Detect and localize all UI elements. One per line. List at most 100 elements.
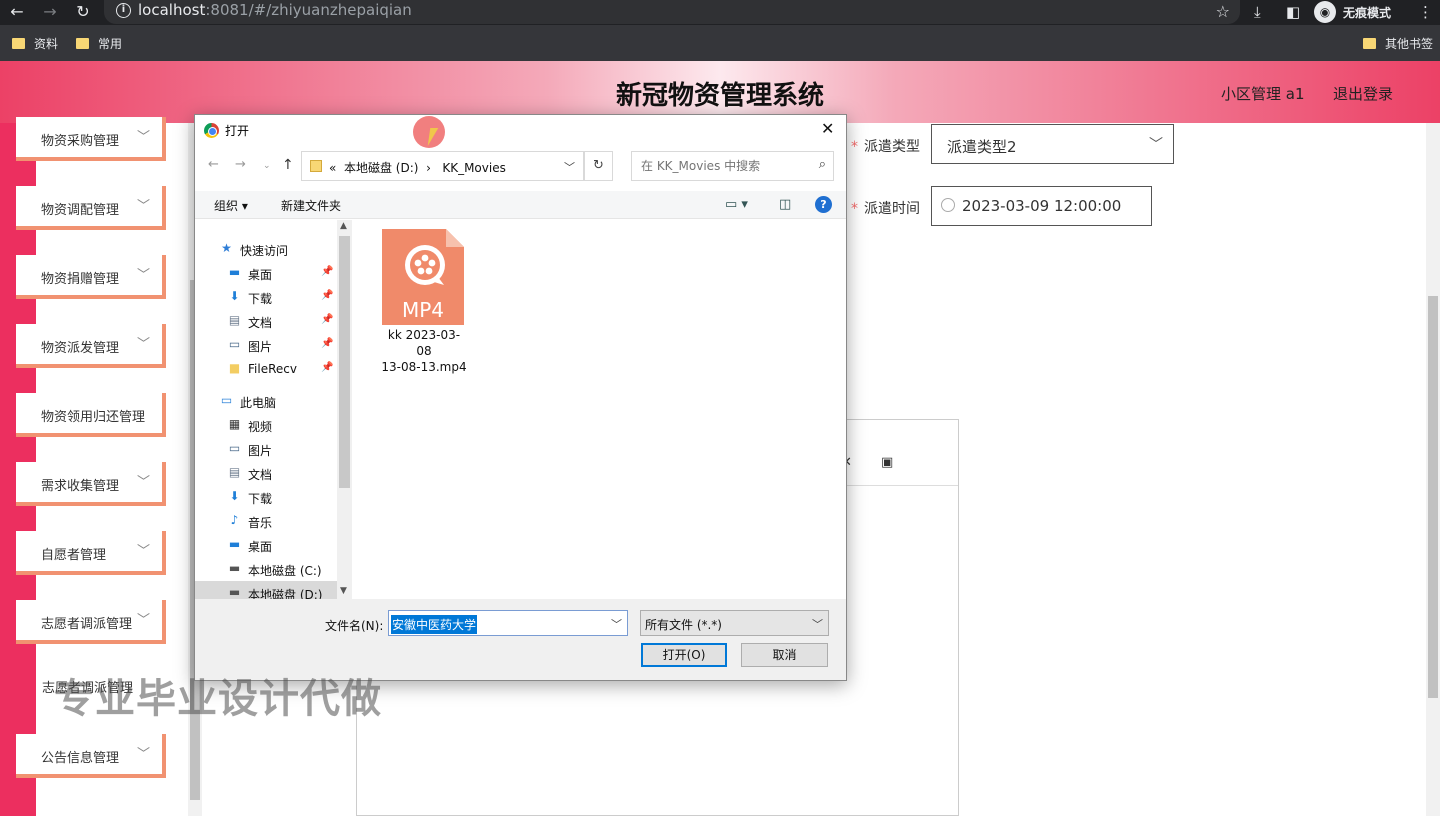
new-folder-button[interactable]: 新建文件夹 (281, 197, 341, 214)
chrome-logo-icon (204, 123, 219, 138)
nav-item[interactable]: ▬ 桌面 (195, 533, 337, 557)
breadcrumb-folder[interactable]: KK_Movies (442, 161, 506, 175)
sidebar-item[interactable]: 公告信息管理 ﹀ (16, 734, 166, 778)
file-item[interactable]: MP4 kk 2023-03-08 13-08-13.mp4 (381, 229, 467, 374)
navigation-pane: ★ 快速访问 ▬ 桌面 📌 ⬇ 下载 📌 ▤ 文档 📌 ▭ 图片 📌 ■ FileRecv 📌 ▭ 此电脑 ▦ 视频 ▭ 图… (195, 220, 352, 605)
sidebar-item[interactable]: 物资派发管理 ﹀ (16, 324, 166, 368)
chevron-down-icon: ﹀ (136, 268, 150, 283)
open-button[interactable]: 打开(O) (641, 643, 727, 667)
pin-icon: 📌 (321, 266, 334, 277)
help-icon[interactable]: ? (815, 196, 832, 213)
forward-arrow-icon[interactable]: → (38, 0, 62, 25)
bookmark-other[interactable]: 其他书签 (1363, 35, 1433, 52)
nav-item[interactable]: ▭ 图片 (195, 437, 337, 461)
pin-icon: 📌 (321, 314, 334, 325)
dispatch-time-input[interactable]: 2023-03-09 12:00:00 (931, 186, 1152, 226)
sidebar-item[interactable]: 需求收集管理 ﹀ (16, 462, 166, 506)
nav-item[interactable]: ♪ 音乐 (195, 509, 337, 533)
file-open-dialog: 打开 ✕ ← → ⌄ ↑ « 本地磁盘 (D:) › KK_Movies ﹀ ↻… (194, 114, 847, 681)
folder-icon (12, 38, 25, 49)
nav-item[interactable]: ■ FileRecv 📌 (195, 357, 337, 381)
sidebar-item[interactable]: 物资调配管理 ﹀ (16, 186, 166, 230)
watermark: 专业毕业设计代做 (54, 676, 382, 722)
menu-dots-icon[interactable]: ⋮ (1418, 0, 1433, 24)
nav-item[interactable]: ▭ 此电脑 (195, 389, 337, 413)
pin-icon: 📌 (321, 338, 334, 349)
filename-input[interactable]: 安徽中医药大学 ﹀ (388, 610, 628, 636)
bookmark-folder[interactable]: 资料 (12, 35, 58, 52)
dispatch-type-select[interactable]: 派遣类型2 ﹀ (931, 124, 1174, 164)
desktop-icon: ▬ (228, 537, 241, 551)
refresh-icon[interactable]: ↻ (584, 151, 613, 181)
info-icon[interactable]: i (116, 3, 131, 18)
cancel-button[interactable]: 取消 (741, 643, 828, 667)
sidebar-item[interactable]: 自愿者管理 ﹀ (16, 531, 166, 575)
nav-item[interactable]: ▤ 文档 📌 (195, 309, 337, 333)
address-bar[interactable]: i localhost:8081/#/zhiyuanzhepaiqian ☆ (104, 0, 1240, 24)
bookmarks-bar: 资料 常用 其他书签 (0, 25, 1440, 61)
scroll-up-icon[interactable]: ▲ (340, 221, 347, 231)
dialog-toolbar: 组织 ▾ 新建文件夹 ▭ ▾ ◫ ? (195, 191, 846, 219)
sidebar-item[interactable]: 物资领用归还管理 (16, 393, 166, 437)
computer-icon: ▭ (220, 393, 233, 407)
breadcrumb-drive[interactable]: 本地磁盘 (D:) (344, 161, 418, 175)
preview-pane-icon[interactable]: ◫ (779, 197, 791, 212)
nav-item[interactable]: ⬇ 下载 📌 (195, 285, 337, 309)
nav-item[interactable]: ▬ 本地磁盘 (C:) (195, 557, 337, 581)
up-arrow-icon[interactable]: ↑ (282, 157, 294, 173)
picture-icon: ▭ (228, 337, 241, 351)
bookmark-folder[interactable]: 常用 (76, 35, 122, 52)
folder-icon (1363, 38, 1376, 49)
incognito-badge[interactable]: ◉ 无痕模式 (1314, 1, 1391, 23)
organize-button[interactable]: 组织 ▾ (214, 197, 248, 214)
drive-icon: ▬ (228, 585, 241, 599)
reload-icon[interactable]: ↻ (71, 0, 95, 25)
page-scroll-thumb[interactable] (1428, 296, 1438, 698)
view-options-icon[interactable]: ▭ ▾ (725, 197, 748, 212)
dialog-title: 打开 (225, 124, 250, 138)
chevron-down-icon: ﹀ (136, 199, 150, 214)
nav-item[interactable]: ▤ 文档 (195, 461, 337, 485)
incognito-icon: ◉ (1314, 1, 1336, 23)
url-text[interactable]: localhost:8081/#/zhiyuanzhepaiqian (138, 1, 412, 19)
chevron-down-icon[interactable]: ﹀ (611, 616, 622, 632)
nav-item[interactable]: ⬇ 下载 (195, 485, 337, 509)
nav-item[interactable]: ▭ 图片 📌 (195, 333, 337, 357)
download-icon: ⬇ (229, 489, 240, 503)
chevron-down-icon[interactable]: ﹀ (564, 159, 575, 175)
folder-icon (76, 38, 89, 49)
sidebar-item[interactable]: 志愿者调派管理 ﹀ (16, 600, 166, 644)
image-icon[interactable]: ▣ (881, 455, 893, 470)
path-breadcrumb[interactable]: « 本地磁盘 (D:) › KK_Movies ﹀ (301, 151, 584, 181)
chevron-down-icon: ﹀ (136, 475, 150, 490)
dispatch-type-label: * 派遣类型 (851, 139, 920, 155)
nav-item[interactable]: ▦ 视频 (195, 413, 337, 437)
search-icon[interactable]: ⌕ (819, 157, 826, 172)
music-icon: ♪ (230, 513, 239, 527)
nav-scroll-thumb[interactable] (339, 236, 350, 488)
side-panel-icon[interactable]: ◧ (1286, 0, 1300, 24)
sidebar-item[interactable]: 物资捐赠管理 ﹀ (16, 255, 166, 299)
close-icon[interactable]: ✕ (821, 119, 834, 138)
back-arrow-icon[interactable]: ← (5, 0, 29, 25)
document-icon: ▤ (228, 313, 241, 327)
file-type-filter[interactable]: 所有文件 (*.*) ﹀ (640, 610, 829, 636)
download-icon[interactable]: ⤓ (1254, 0, 1261, 24)
chevron-down-icon: ﹀ (136, 544, 150, 559)
logout-link[interactable]: 退出登录 (1333, 83, 1393, 104)
search-input[interactable] (632, 152, 807, 180)
desktop-icon: ▬ (228, 265, 241, 279)
sidebar-item[interactable]: 物资采购管理 ﹀ (16, 117, 166, 161)
nav-scrollbar[interactable]: ▲ ▼ (337, 220, 352, 599)
bookmark-star-icon[interactable]: ☆ (1216, 0, 1230, 24)
star-icon: ★ (221, 241, 232, 255)
nav-item[interactable]: ★ 快速访问 (195, 237, 337, 261)
forward-arrow-icon[interactable]: → (235, 157, 246, 172)
file-name: kk 2023-03-08 13-08-13.mp4 (381, 328, 467, 374)
recent-dropdown-icon[interactable]: ⌄ (263, 161, 271, 171)
scroll-down-icon[interactable]: ▼ (340, 586, 347, 596)
chevron-down-icon: ﹀ (1149, 137, 1163, 153)
user-label[interactable]: 小区管理 a1 (1221, 83, 1305, 104)
back-arrow-icon[interactable]: ← (208, 157, 219, 172)
nav-item[interactable]: ▬ 桌面 📌 (195, 261, 337, 285)
